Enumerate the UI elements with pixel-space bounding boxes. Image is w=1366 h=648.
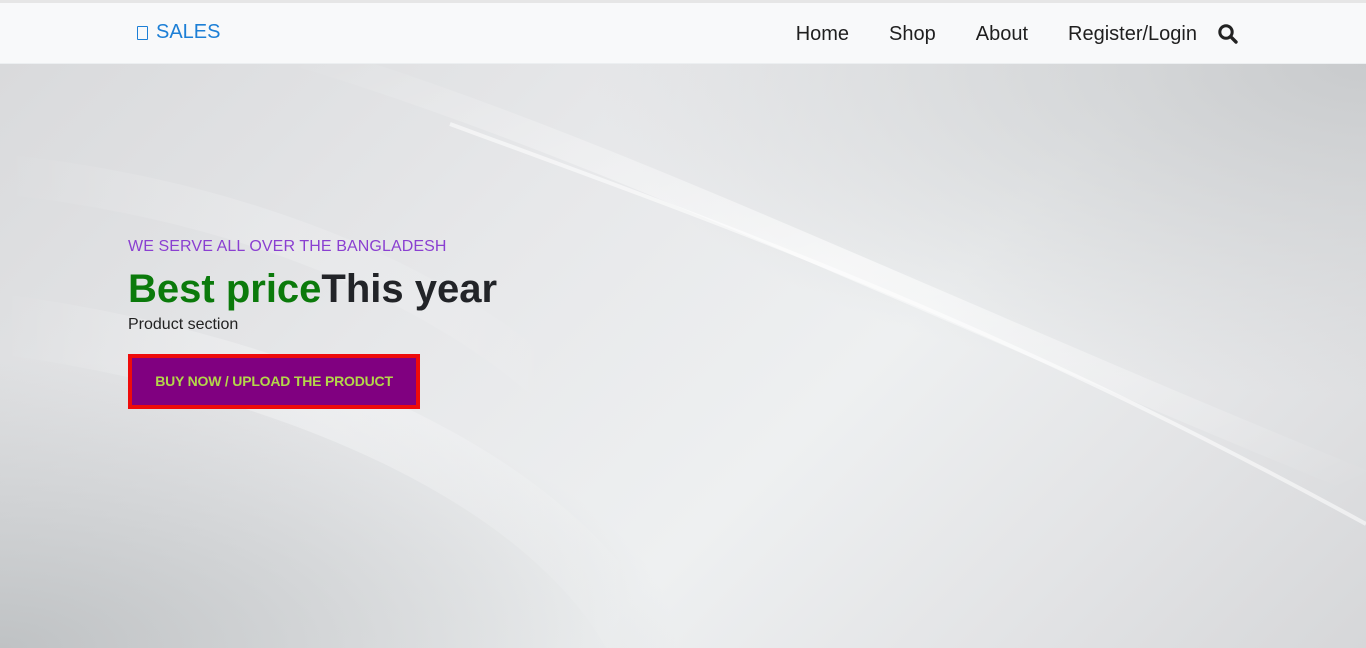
search-icon[interactable] (1217, 23, 1239, 45)
buy-now-upload-button[interactable]: BUY NOW / UPLOAD THE PRODUCT (128, 354, 420, 409)
headline-highlight: Best price (128, 267, 322, 311)
nav-link-home[interactable]: Home (796, 23, 849, 45)
hero-subtext: Product section (128, 316, 239, 333)
nav-link-shop[interactable]: Shop (889, 23, 936, 45)
hero-banner: WE SERVE ALL OVER THE BANGLADESH Best pr… (0, 64, 1366, 648)
nav-link-about[interactable]: About (976, 23, 1028, 45)
navbar: SALES Home Shop About Register/Login (0, 3, 1366, 64)
brand-link[interactable]: SALES (137, 21, 220, 44)
brand-label: SALES (156, 21, 221, 43)
nav-links: Home Shop About Register/Login (796, 23, 1239, 45)
hero-content: WE SERVE ALL OVER THE BANGLADESH Best pr… (128, 238, 497, 409)
hero-headline: Best priceThis year (128, 265, 497, 313)
shopping-bag-icon (137, 25, 148, 40)
nav-link-register-login[interactable]: Register/Login (1068, 23, 1197, 45)
headline-rest: This year (321, 267, 498, 311)
hero-tagline: WE SERVE ALL OVER THE BANGLADESH (128, 238, 447, 255)
